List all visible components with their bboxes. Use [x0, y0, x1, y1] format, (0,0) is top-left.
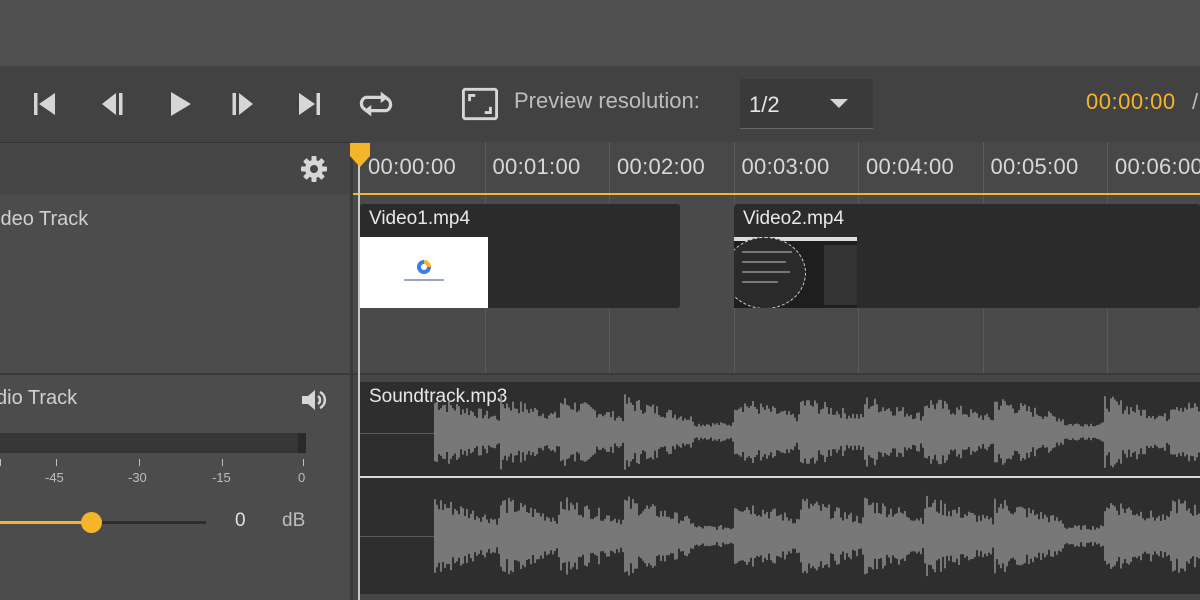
- current-time-display: 00:00:00: [1086, 89, 1176, 114]
- preview-resolution-select[interactable]: 1/2: [740, 79, 873, 129]
- previous-frame-button[interactable]: [94, 86, 130, 122]
- volume-value: 0: [235, 510, 246, 531]
- preview-resolution-label: Preview resolution:: [514, 88, 700, 113]
- video-clip-name: Video2.mp4: [743, 208, 845, 229]
- meter-label: 0: [298, 470, 306, 485]
- skip-to-start-icon: [34, 93, 55, 115]
- video-clip[interactable]: Video2.mp4: [734, 204, 1200, 308]
- volume-slider-track[interactable]: [0, 521, 206, 524]
- video-track-lane[interactable]: Video1.mp4 Video2.mp4: [353, 195, 1200, 373]
- fullscreen-preview-button[interactable]: [462, 86, 498, 122]
- ruler-tick-line: [733, 142, 735, 194]
- meter-label: -15: [212, 470, 231, 485]
- timeline-ruler[interactable]: 00:00:00 00:01:00 00:02:00 00:03:00 00:04:00…: [353, 142, 1200, 194]
- ruler-tick-label: 00:03:00: [741, 154, 830, 179]
- next-frame-button[interactable]: [225, 86, 261, 122]
- skip-to-end-icon: [299, 93, 320, 115]
- audio-clip[interactable]: Soundtrack.mp3: [360, 382, 1200, 594]
- video-clip-name: Video1.mp4: [369, 208, 471, 229]
- meter-label: -45: [45, 470, 64, 485]
- audio-track-lane[interactable]: Soundtrack.mp3: [353, 375, 1200, 600]
- video-track-title: ideo Track: [0, 208, 89, 230]
- previous-frame-icon: [102, 93, 123, 115]
- video-clip-thumbnail: [360, 237, 488, 308]
- playhead-handle[interactable]: [349, 142, 371, 168]
- play-icon: [171, 92, 191, 116]
- skip-to-start-button[interactable]: [26, 86, 62, 122]
- volume-slider-thumb[interactable]: [80, 512, 102, 533]
- meter-tick: [303, 459, 304, 466]
- ruler-tick-line: [484, 142, 486, 194]
- loop-button[interactable]: [358, 86, 394, 122]
- volume-slider-fill: [0, 521, 91, 524]
- next-frame-icon: [232, 93, 253, 115]
- ruler-tick-label: 00:04:00: [866, 154, 955, 179]
- ruler-tick-label: 00:00:00: [368, 154, 457, 179]
- aspect-ratio-icon: [462, 87, 498, 121]
- meter-tick: [0, 459, 1, 466]
- video-clip[interactable]: Video1.mp4: [360, 204, 680, 308]
- ruler-tick-label: 00:01:00: [492, 154, 581, 179]
- meter-tick: [222, 459, 223, 466]
- ruler-tick-line: [982, 142, 984, 194]
- app-logo-icon: [417, 260, 431, 274]
- volume-unit: dB: [282, 510, 306, 531]
- ruler-tick-line: [1107, 142, 1108, 194]
- preview-resolution-value: 1/2: [749, 92, 780, 117]
- ruler-tick-line: [609, 142, 610, 194]
- thumbnail-caption-line: [404, 279, 444, 281]
- ruler-tick-label: 00:02:00: [617, 154, 706, 179]
- ruler-tick-label: 00:06:00: [1115, 154, 1200, 179]
- tracks-header: [0, 142, 350, 194]
- ruler-tick-line: [858, 142, 859, 194]
- audio-waveform: [360, 394, 1200, 577]
- meter-tick: [139, 459, 140, 466]
- time-separator: /: [1192, 89, 1199, 114]
- loop-icon: [359, 91, 393, 117]
- skip-to-end-button[interactable]: [292, 86, 328, 122]
- chevron-down-icon: [830, 99, 848, 108]
- video-clip-thumbnail: [734, 237, 857, 308]
- video-track-panel: ideo Track: [0, 195, 350, 373]
- audio-track-panel: dio Track: [0, 375, 350, 600]
- play-button[interactable]: [161, 86, 197, 122]
- gear-icon[interactable]: [300, 155, 328, 183]
- ruler-tick-label: 00:05:00: [990, 154, 1079, 179]
- volume-icon[interactable]: [300, 387, 328, 413]
- playhead-line[interactable]: [358, 160, 360, 600]
- meter-tick: [56, 459, 57, 466]
- meter-label: -30: [128, 470, 147, 485]
- audio-level-meter: [0, 433, 306, 453]
- top-bar: [0, 0, 1200, 66]
- audio-track-title: dio Track: [0, 387, 78, 409]
